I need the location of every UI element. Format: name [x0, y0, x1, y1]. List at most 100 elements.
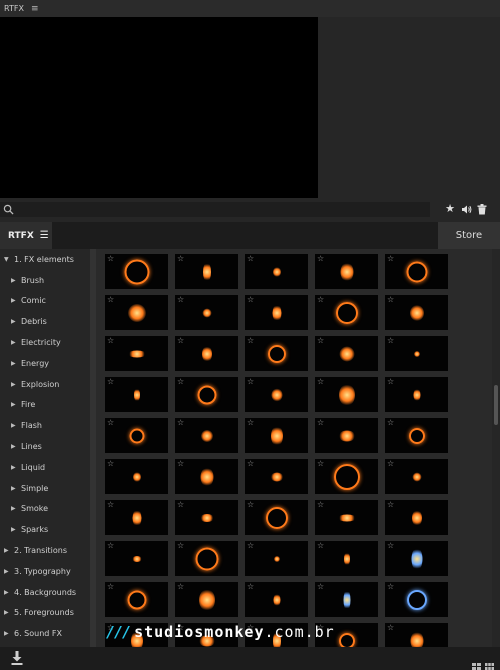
sidebar-item[interactable]: ▶ Flash	[0, 415, 90, 436]
caret-right-icon[interactable]: ▶	[11, 297, 21, 304]
search-input[interactable]	[16, 202, 426, 217]
sidebar-item[interactable]: ▶ 4. Backgrounds	[0, 582, 90, 603]
trash-icon[interactable]	[476, 203, 488, 215]
download-icon[interactable]	[11, 651, 23, 665]
hamburger-menu-icon[interactable]: ☰	[40, 230, 49, 241]
favorite-star-icon[interactable]: ☆	[317, 337, 324, 345]
fx-thumbnail[interactable]: ☆	[385, 500, 448, 535]
fx-thumbnail[interactable]: ☆	[385, 254, 448, 289]
caret-right-icon[interactable]: ▶	[11, 485, 21, 492]
favorite-star-icon[interactable]: ☆	[247, 583, 254, 591]
favorite-star-icon[interactable]: ☆	[177, 255, 184, 263]
small-grid-view-icon[interactable]	[485, 655, 494, 670]
favorite-star-icon[interactable]: ☆	[177, 419, 184, 427]
sidebar-item[interactable]: ▶ 2. Transitions	[0, 540, 90, 561]
caret-right-icon[interactable]: ▶	[4, 609, 14, 616]
sidebar-item[interactable]: ▶ Fire	[0, 395, 90, 416]
favorite-star-icon[interactable]: ☆	[107, 583, 114, 591]
favorite-star-icon[interactable]: ☆	[317, 296, 324, 304]
fx-thumbnail[interactable]: ☆	[385, 336, 448, 371]
fx-thumbnail[interactable]: ☆	[245, 336, 308, 371]
favorite-star-icon[interactable]: ☆	[317, 460, 324, 468]
grid-scrollbar-thumb[interactable]	[494, 385, 498, 425]
fx-thumbnail[interactable]: ☆	[245, 254, 308, 289]
favorite-star-icon[interactable]: ☆	[107, 501, 114, 509]
volume-icon[interactable]	[460, 203, 472, 215]
fx-thumbnail[interactable]: ☆	[105, 295, 168, 330]
caret-right-icon[interactable]: ▶	[11, 318, 21, 325]
favorite-star-icon[interactable]: ☆	[107, 460, 114, 468]
favorite-star-icon[interactable]: ☆	[247, 378, 254, 386]
fx-thumbnail[interactable]: ☆	[315, 500, 378, 535]
favorite-star-icon[interactable]: ☆	[107, 419, 114, 427]
sidebar-item[interactable]: ▶ Simple	[0, 478, 90, 499]
fx-thumbnail[interactable]: ☆	[175, 582, 238, 617]
caret-down-icon[interactable]: ▼	[4, 256, 14, 263]
fx-thumbnail[interactable]: ☆	[245, 377, 308, 412]
sidebar-item[interactable]: ▼ 1. FX elements	[0, 249, 90, 270]
fx-thumbnail[interactable]: ☆	[175, 254, 238, 289]
favorite-star-icon[interactable]: ☆	[247, 419, 254, 427]
favorite-star-icon[interactable]: ☆	[387, 337, 394, 345]
caret-right-icon[interactable]: ▶	[4, 547, 14, 554]
fx-thumbnail[interactable]: ☆	[315, 418, 378, 453]
sidebar-item[interactable]: ▶ Sparks	[0, 519, 90, 540]
sidebar-item[interactable]: ▶ Brush	[0, 270, 90, 291]
fx-thumbnail[interactable]: ☆	[315, 377, 378, 412]
caret-right-icon[interactable]: ▶	[4, 568, 14, 575]
favorite-star-icon[interactable]: ☆	[107, 542, 114, 550]
fx-thumbnail[interactable]: ☆	[245, 500, 308, 535]
sidebar-item[interactable]: ▶ Smoke	[0, 499, 90, 520]
caret-right-icon[interactable]: ▶	[11, 381, 21, 388]
favorite-star-icon[interactable]: ☆	[177, 542, 184, 550]
sidebar-item[interactable]: ▶ 6. Sound FX	[0, 623, 90, 644]
favorite-star-icon[interactable]: ☆	[107, 378, 114, 386]
grid-view-icon[interactable]	[472, 655, 481, 670]
panel-menu-icon[interactable]: ≡	[31, 4, 39, 14]
sidebar-item[interactable]: ▶ 3. Typography	[0, 561, 90, 582]
fx-thumbnail[interactable]: ☆	[175, 295, 238, 330]
favorite-star-icon[interactable]: ☆	[177, 337, 184, 345]
favorite-star-icon[interactable]: ☆	[247, 296, 254, 304]
fx-thumbnail[interactable]: ☆	[175, 336, 238, 371]
fx-thumbnail[interactable]: ☆	[245, 582, 308, 617]
caret-right-icon[interactable]: ▶	[4, 630, 14, 637]
fx-thumbnail[interactable]: ☆	[315, 254, 378, 289]
fx-thumbnail[interactable]: ☆	[245, 295, 308, 330]
fx-thumbnail[interactable]: ☆	[385, 459, 448, 494]
caret-right-icon[interactable]: ▶	[11, 422, 21, 429]
sidebar-item[interactable]: ▶ Comic	[0, 291, 90, 312]
favorite-star-icon[interactable]: ★	[444, 203, 456, 215]
favorite-star-icon[interactable]: ☆	[387, 460, 394, 468]
caret-right-icon[interactable]: ▶	[11, 505, 21, 512]
favorite-star-icon[interactable]: ☆	[247, 501, 254, 509]
favorite-star-icon[interactable]: ☆	[317, 583, 324, 591]
favorite-star-icon[interactable]: ☆	[177, 460, 184, 468]
fx-thumbnail[interactable]: ☆	[175, 418, 238, 453]
fx-thumbnail[interactable]: ☆	[315, 582, 378, 617]
fx-thumbnail[interactable]: ☆	[385, 295, 448, 330]
favorite-star-icon[interactable]: ☆	[177, 501, 184, 509]
favorite-star-icon[interactable]: ☆	[317, 255, 324, 263]
sidebar-item[interactable]: ▶ Explosion	[0, 374, 90, 395]
fx-thumbnail[interactable]: ☆	[105, 582, 168, 617]
fx-thumbnail[interactable]: ☆	[385, 418, 448, 453]
grid-scrollbar[interactable]	[492, 249, 500, 647]
fx-thumbnail[interactable]: ☆	[105, 418, 168, 453]
favorite-star-icon[interactable]: ☆	[387, 255, 394, 263]
favorite-star-icon[interactable]: ☆	[177, 378, 184, 386]
fx-thumbnail[interactable]: ☆	[385, 377, 448, 412]
favorite-star-icon[interactable]: ☆	[107, 337, 114, 345]
favorite-star-icon[interactable]: ☆	[247, 542, 254, 550]
caret-right-icon[interactable]: ▶	[11, 443, 21, 450]
tab-rtfx[interactable]: RTFX ☰	[0, 222, 52, 249]
sidebar-item[interactable]: ▶ Lines	[0, 436, 90, 457]
sidebar-item[interactable]: ▶ Liquid	[0, 457, 90, 478]
favorite-star-icon[interactable]: ☆	[317, 378, 324, 386]
caret-right-icon[interactable]: ▶	[4, 589, 14, 596]
favorite-star-icon[interactable]: ☆	[387, 542, 394, 550]
fx-thumbnail[interactable]: ☆	[105, 500, 168, 535]
fx-thumbnail[interactable]: ☆	[175, 377, 238, 412]
caret-right-icon[interactable]: ▶	[11, 464, 21, 471]
sidebar-item[interactable]: ▶ 5. Foregrounds	[0, 603, 90, 624]
